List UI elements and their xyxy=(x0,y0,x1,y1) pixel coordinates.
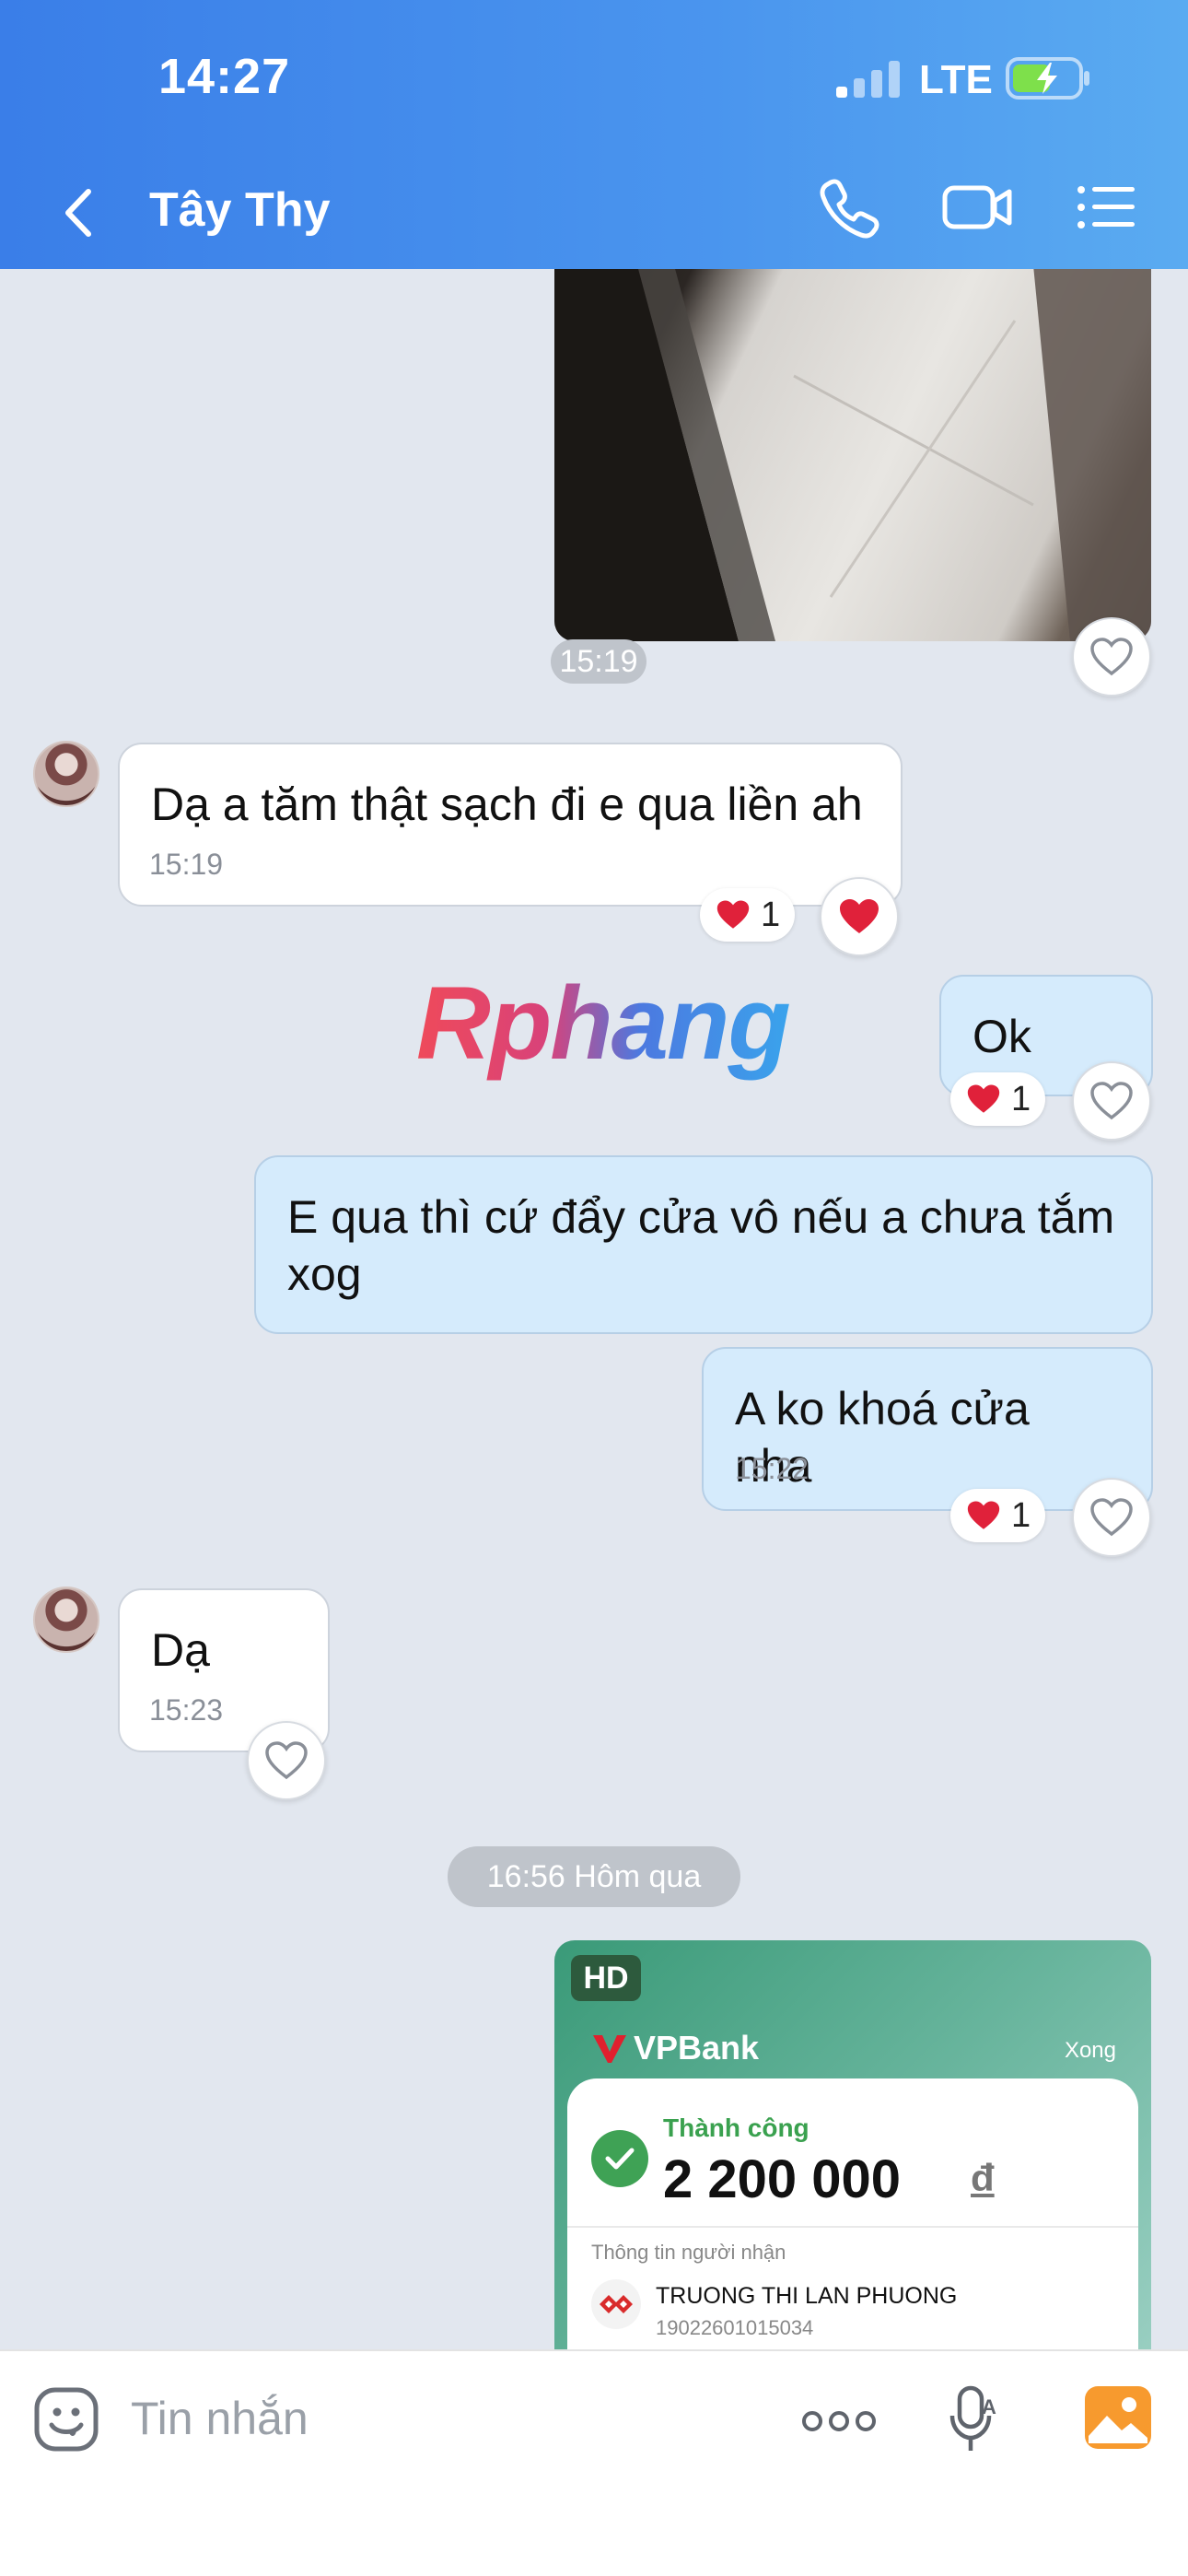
heart-outline-icon xyxy=(1090,1082,1133,1120)
recipient-name: TRUONG THI LAN PHUONG xyxy=(656,2283,958,2309)
heart-outline-icon xyxy=(265,1741,308,1780)
heart-filled-icon xyxy=(840,899,879,933)
date-separator: 16:56 Hôm qua xyxy=(448,1846,740,1907)
receipt-status: Thành công xyxy=(663,2113,809,2142)
like-button[interactable] xyxy=(1072,1061,1151,1141)
gallery-icon[interactable] xyxy=(1083,2384,1153,2451)
photo-message[interactable] xyxy=(554,269,1151,641)
message-time: 15:23 xyxy=(149,1693,224,1727)
menu-list-icon[interactable] xyxy=(1074,175,1138,240)
message-text: Ok xyxy=(973,1011,1031,1062)
image-timestamp: 15:19 xyxy=(551,639,646,684)
message-list[interactable]: 15:19 Dạ a tăm thật sạch đi e qua liền a… xyxy=(0,269,1188,2349)
back-arrow-icon[interactable] xyxy=(57,181,103,245)
recipient-bank-icon xyxy=(591,2279,641,2329)
message-bubble-incoming[interactable]: Dạ a tăm thật sạch đi e qua liền ah xyxy=(118,743,903,907)
voice-to-text-icon[interactable]: A xyxy=(949,2384,998,2456)
battery-charging-icon xyxy=(1006,57,1089,100)
reaction-summary[interactable]: 1 xyxy=(700,888,796,942)
recipient-account: 19022601015034 xyxy=(656,2316,814,2339)
status-time: 14:27 xyxy=(158,49,291,104)
reaction-summary[interactable]: 1 xyxy=(950,1072,1046,1126)
receipt-amount: 2 200 000 xyxy=(663,2149,902,2209)
success-check-icon xyxy=(591,2130,648,2187)
video-call-icon[interactable] xyxy=(941,175,1015,240)
receipt-done-label: Xong xyxy=(1064,2038,1116,2063)
chat-header: 14:27 LTE Tây Thy xyxy=(0,0,1188,269)
phone-call-icon[interactable] xyxy=(818,175,882,240)
photo-content xyxy=(554,269,1151,641)
like-button[interactable] xyxy=(1072,617,1151,697)
vpbank-mark-icon xyxy=(593,2035,626,2063)
receipt-card: Thành công 2 200 000 đ Thông tin người n… xyxy=(567,2078,1138,2349)
reaction-count: 1 xyxy=(1011,1079,1031,1118)
contact-avatar[interactable] xyxy=(33,1587,99,1653)
message-bubble-outgoing[interactable]: E qua thì cứ đẩy cửa vô nếu a chưa tắm x… xyxy=(254,1155,1153,1334)
heart-filled-icon xyxy=(716,900,750,929)
hd-badge[interactable]: HD xyxy=(571,1955,641,2001)
message-text: Dạ a tăm thật sạch đi e qua liền ah xyxy=(151,779,863,830)
message-time: 15:19 xyxy=(149,848,224,881)
like-button[interactable] xyxy=(1072,1478,1151,1557)
heart-outline-icon xyxy=(1090,638,1133,676)
reaction-count: 1 xyxy=(1011,1495,1031,1535)
bank-receipt-image[interactable]: HD VPBank Xong Thành công 2 200 000 đ Th… xyxy=(554,1940,1151,2349)
message-time: 15:22 xyxy=(735,1452,809,1485)
signal-icon xyxy=(836,61,900,98)
message-text: Dạ xyxy=(151,1624,210,1676)
svg-text:A: A xyxy=(982,2395,996,2418)
watermark: Rphang xyxy=(416,966,791,1081)
reacted-heart-button[interactable] xyxy=(820,877,899,956)
divider xyxy=(567,2226,1138,2228)
home-indicator xyxy=(451,2545,737,2554)
contact-avatar[interactable] xyxy=(33,741,99,807)
heart-outline-icon xyxy=(1090,1498,1133,1537)
heart-filled-icon xyxy=(967,1501,1000,1529)
heart-filled-icon xyxy=(967,1084,1000,1113)
sticker-icon[interactable] xyxy=(33,2386,99,2453)
reaction-summary[interactable]: 1 xyxy=(950,1489,1046,1542)
like-button[interactable] xyxy=(247,1721,326,1800)
more-options-icon[interactable] xyxy=(801,2403,877,2440)
message-text: E qua thì cứ đẩy cửa vô nếu a chưa tắm x… xyxy=(287,1191,1115,1300)
receipt-currency: đ xyxy=(971,2156,995,2199)
message-input-bar: Tin nhắn A xyxy=(0,2349,1188,2576)
vpbank-logo: VPBank xyxy=(591,2029,759,2067)
reaction-count: 1 xyxy=(761,895,781,934)
network-label: LTE xyxy=(919,57,993,102)
recipient-label: Thông tin người nhận xyxy=(591,2241,786,2264)
message-input[interactable]: Tin nhắn xyxy=(131,2392,309,2445)
contact-name[interactable]: Tây Thy xyxy=(149,182,331,238)
